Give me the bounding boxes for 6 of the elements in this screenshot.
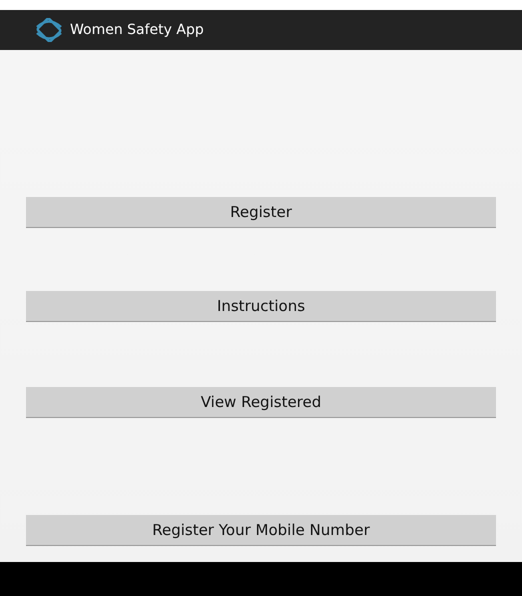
menu-button[interactable]: View Registered [26,387,496,418]
logo-icon [34,18,64,42]
menu-button[interactable]: Register Your Mobile Number [26,515,496,546]
menu-button[interactable]: Instructions [26,291,496,322]
menu-button[interactable]: Register [26,197,496,228]
app-title: Women Safety App [70,22,204,38]
